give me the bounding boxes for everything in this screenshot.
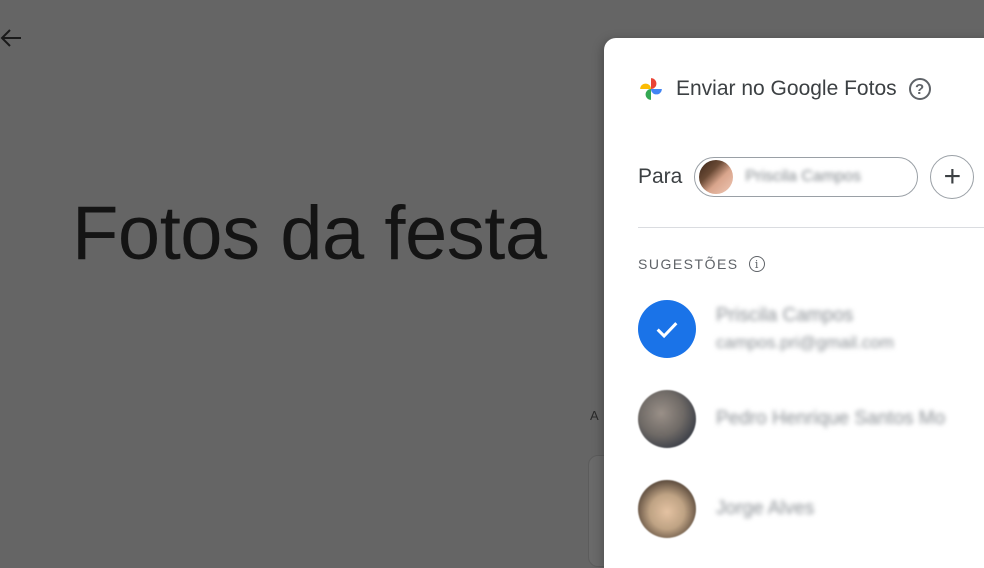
- avatar: [638, 480, 696, 538]
- suggestion-item[interactable]: Jorge Alves: [638, 480, 814, 538]
- dialog-title: Enviar no Google Fotos: [676, 77, 897, 100]
- contact-email: campos.pri@gmail.com: [716, 333, 894, 352]
- info-icon[interactable]: i: [748, 256, 765, 272]
- help-icon[interactable]: ?: [908, 78, 931, 100]
- album-title: Fotos da festa: [72, 191, 547, 276]
- check-icon: [656, 322, 678, 339]
- to-label: Para: [638, 165, 683, 188]
- recipient-name: Priscila Campos: [745, 168, 861, 185]
- contact-name: Jorge Alves: [716, 498, 815, 519]
- divider: [638, 227, 984, 228]
- contact-text: Priscila Campos campos.pri@gmail.com: [716, 305, 894, 353]
- suggestions-header: SUGESTÕES i: [638, 256, 765, 272]
- contact-text: Pedro Henrique Santos Mo: [716, 408, 945, 430]
- avatar: [638, 390, 696, 448]
- share-dialog: Enviar no Google Fotos ? Para Priscila C…: [604, 38, 984, 568]
- contact-name: Pedro Henrique Santos Mo: [716, 408, 946, 429]
- google-photos-logo-icon: [640, 78, 662, 100]
- plus-icon: +: [943, 160, 962, 193]
- contact-text: Jorge Alves: [716, 498, 814, 520]
- suggestion-item[interactable]: Priscila Campos campos.pri@gmail.com: [638, 300, 894, 358]
- selected-avatar: [638, 300, 696, 358]
- add-recipient-button[interactable]: +: [930, 155, 975, 199]
- arrow-left-icon: [0, 29, 21, 47]
- dialog-header: Enviar no Google Fotos ?: [638, 76, 931, 102]
- suggestions-title: SUGESTÕES: [638, 256, 739, 272]
- recipient-chip[interactable]: Priscila Campos: [694, 157, 919, 197]
- recipient-row: Para Priscila Campos +: [638, 155, 975, 199]
- background-fragment: A: [590, 408, 600, 423]
- back-button[interactable]: [0, 22, 28, 54]
- contact-name: Priscila Campos: [716, 305, 854, 326]
- suggestion-item[interactable]: Pedro Henrique Santos Mo: [638, 390, 945, 448]
- recipient-avatar: [699, 160, 734, 194]
